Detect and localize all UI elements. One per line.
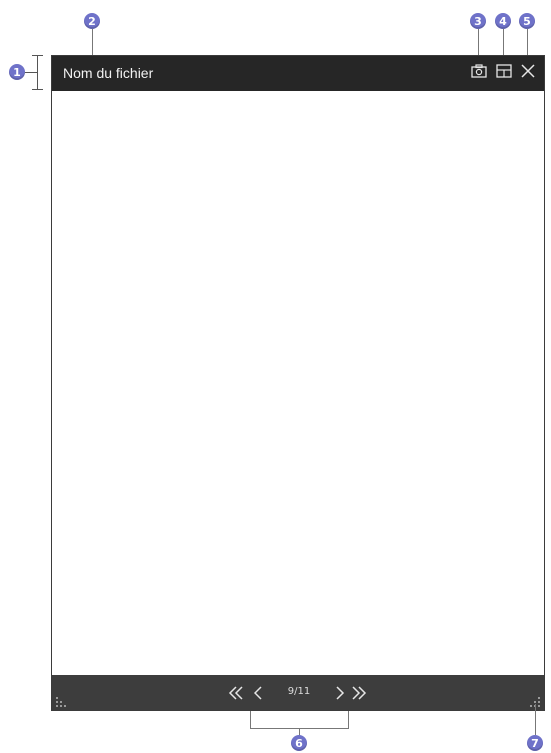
callout-7-leader [535, 704, 536, 735]
title-height-marker [37, 55, 38, 90]
layout-button[interactable] [493, 63, 515, 83]
callout-2-leader [92, 29, 93, 57]
close-button[interactable] [517, 63, 539, 83]
callout-1: 1 [9, 64, 25, 80]
title-height-marker-link [25, 72, 37, 73]
resize-handle-left[interactable] [55, 694, 69, 708]
previous-page-button[interactable] [250, 683, 266, 703]
callout-6: 6 [291, 735, 307, 751]
previous-page-icon [253, 686, 262, 700]
page-indicator: 9/11 [287, 686, 311, 697]
title-bar[interactable]: Nom du fichier [52, 56, 544, 91]
first-page-button[interactable] [227, 683, 245, 703]
callout-5: 5 [519, 13, 535, 29]
viewer-window: Nom du fichier 9/11 [51, 55, 545, 711]
resize-grip-icon [530, 697, 540, 707]
screenshot-button[interactable] [468, 63, 490, 83]
resize-handle-right[interactable] [527, 694, 541, 708]
title-height-marker-top [32, 55, 43, 56]
callout-7: 7 [527, 735, 543, 751]
document-content-area[interactable] [52, 91, 544, 675]
layout-icon [496, 63, 512, 83]
camera-icon [471, 63, 487, 83]
file-name: Nom du fichier [63, 65, 154, 81]
next-page-icon [336, 686, 345, 700]
close-icon [520, 63, 536, 84]
resize-grip-icon [56, 697, 66, 707]
navigation-bar: 9/11 [52, 675, 544, 710]
callout-3: 3 [470, 13, 486, 29]
last-page-icon [352, 686, 367, 700]
title-height-marker-bottom [32, 89, 43, 90]
callout-2: 2 [84, 13, 100, 29]
callout-4: 4 [495, 13, 511, 29]
callout-6-bracket-right [348, 711, 349, 729]
next-page-button[interactable] [332, 683, 348, 703]
first-page-icon [228, 686, 243, 700]
last-page-button[interactable] [350, 683, 368, 703]
callout-6-bracket-left [250, 711, 251, 729]
